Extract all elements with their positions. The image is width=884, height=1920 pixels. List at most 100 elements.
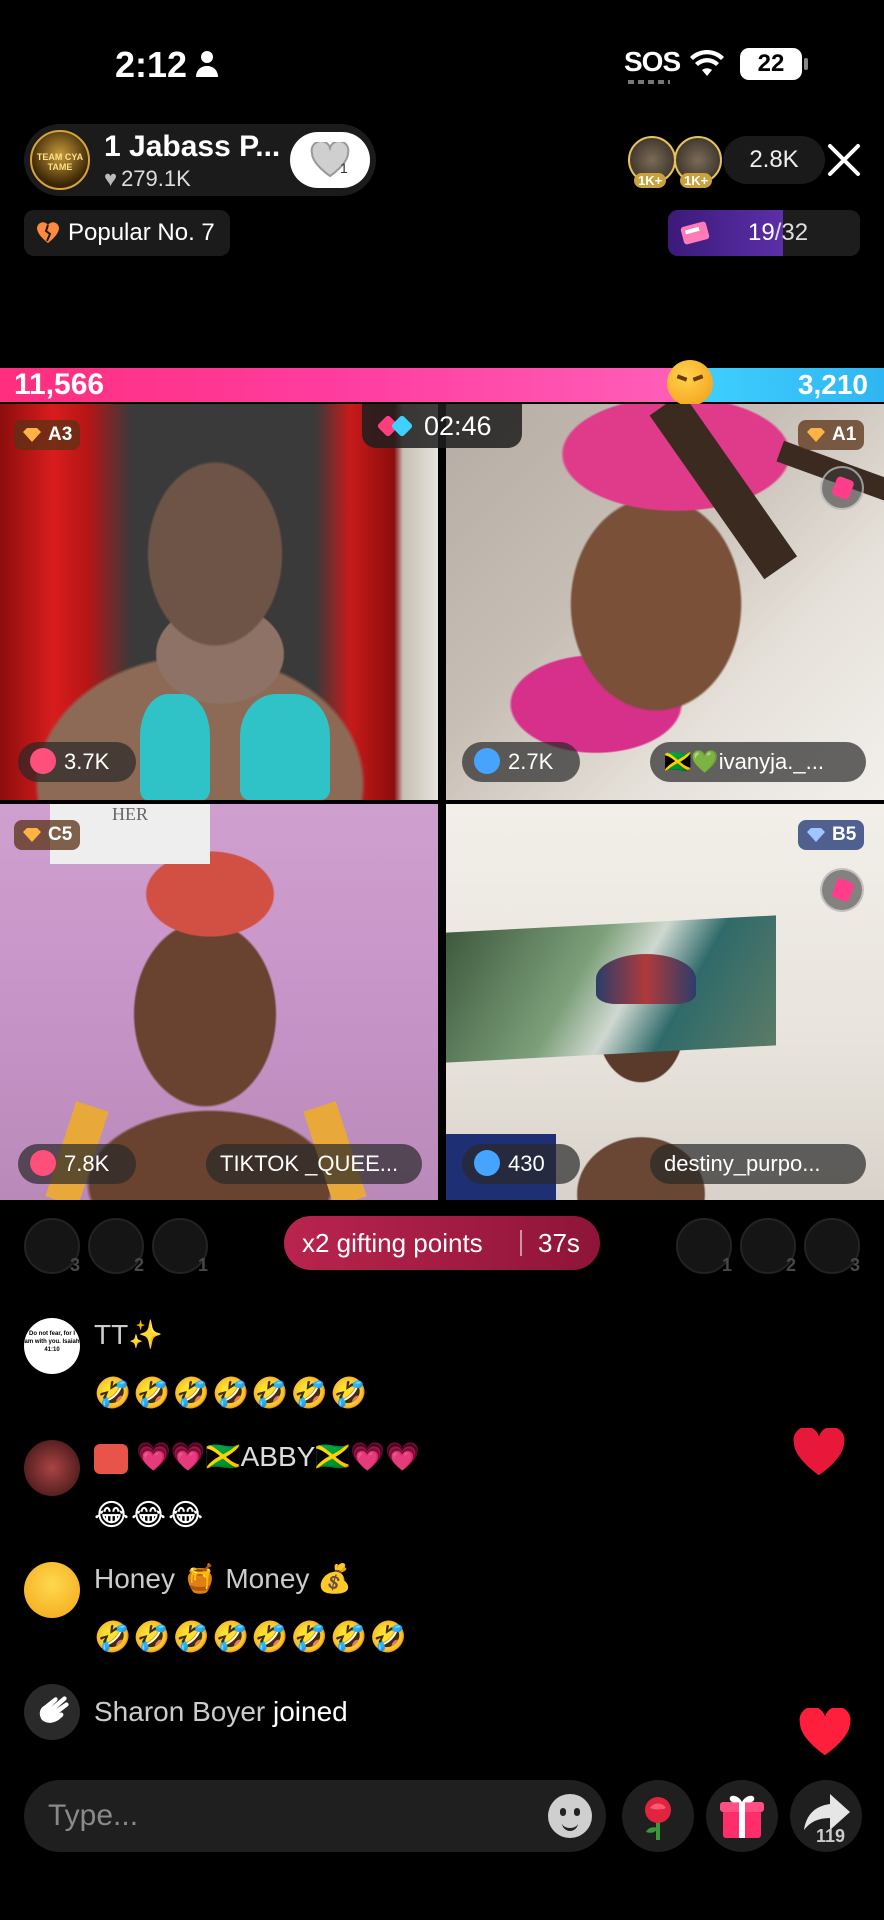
top-gifter-avatar[interactable]: 3 — [24, 1218, 80, 1275]
match-icon — [378, 415, 413, 437]
guest-name-tag[interactable]: destiny_purpo... — [650, 1144, 866, 1184]
diamond-icon — [807, 828, 825, 842]
battery-indicator: 22 — [740, 48, 808, 80]
top-gifter-avatar[interactable]: 1 — [152, 1218, 208, 1275]
gifting-points-pill[interactable]: x2 gifting points 37s — [284, 1216, 600, 1270]
rank-text: 19/32 — [748, 210, 808, 256]
ticket-icon — [680, 221, 710, 245]
chat-username[interactable]: TT✨ — [94, 1318, 163, 1351]
heart-icon: ♥ — [104, 166, 118, 191]
guest-name-tag[interactable]: 🇯🇲💚ivanyja._... — [650, 742, 866, 782]
wifi-icon — [690, 50, 724, 76]
top-viewers[interactable]: 1K+ 1K+ 2.8K — [628, 136, 828, 188]
host-avatar-logo: TEAM CYA TAME — [36, 152, 84, 172]
guest-video-4[interactable] — [446, 804, 884, 1200]
tile-rank-badge: A1 — [798, 420, 865, 450]
join-text: Sharon Boyer joined — [94, 1696, 348, 1727]
viewer-badge: 1K+ — [680, 173, 713, 188]
gifting-row: 3 2 1 x2 gifting points 37s 1 2 3 — [0, 1212, 884, 1282]
status-bar: 2:12 SOS 22 — [0, 0, 884, 120]
guest-name-tag[interactable]: TIKTOK _QUEE... — [206, 1144, 422, 1184]
wave-hand-icon — [24, 1684, 80, 1740]
floating-heart-icon — [793, 1428, 845, 1476]
chat-username[interactable]: Honey 🍯 Money 💰 — [94, 1562, 352, 1595]
chat-text: 🤣🤣🤣🤣🤣🤣🤣🤣 — [94, 1621, 409, 1654]
diamond-icon — [23, 428, 41, 442]
rank-progress[interactable]: 19/32 — [668, 210, 860, 256]
viewer-count[interactable]: 2.8K — [723, 136, 825, 184]
popular-rank-badge[interactable]: Popular No. 7 — [24, 210, 230, 256]
chat-message[interactable]: Do not fear, for I am with you. Isaiah 4… — [24, 1318, 424, 1428]
viewer-avatar[interactable]: 1K+ — [674, 136, 722, 188]
tile-points: 7.8K — [18, 1144, 136, 1184]
chat-message[interactable]: 💗💗🇯🇲ABBY🇯🇲💗💗 😂😂😂 — [24, 1440, 524, 1550]
gifting-label: x2 gifting points — [302, 1228, 483, 1258]
tile-points: 3.7K — [18, 742, 136, 782]
money-face-icon[interactable] — [24, 1562, 80, 1618]
alarm-icon — [30, 1150, 56, 1177]
viewer-avatar[interactable]: 1K+ — [628, 136, 676, 188]
chat-username[interactable]: 💗💗🇯🇲ABBY🇯🇲💗💗 — [94, 1440, 420, 1474]
alarm-icon — [30, 748, 56, 775]
rose-icon — [645, 1797, 671, 1840]
battle-emoji-icon — [666, 360, 713, 406]
battle-timer: 02:46 — [362, 404, 522, 448]
top-gifter-avatar[interactable]: 3 — [804, 1218, 860, 1275]
person-icon — [196, 51, 218, 77]
rank-current: 19 — [748, 219, 775, 246]
video-detail — [140, 694, 210, 800]
chat-avatar[interactable] — [24, 1440, 80, 1496]
signal-icon — [628, 80, 670, 84]
top-gifter-avatar[interactable]: 2 — [740, 1218, 796, 1275]
guest-video-2[interactable] — [446, 404, 884, 800]
chat-text: 😂😂😂 — [94, 1499, 206, 1532]
host-name: 1 Jabass P... — [104, 130, 281, 163]
separator — [520, 1230, 522, 1256]
host-likes: ♥ 279.1K — [104, 166, 191, 192]
sos-indicator: SOS — [624, 46, 681, 77]
chat-message[interactable]: Honey 🍯 Money 💰 🤣🤣🤣🤣🤣🤣🤣🤣 — [24, 1562, 524, 1672]
chat-avatar[interactable]: Do not fear, for I am with you. Isaiah 4… — [24, 1318, 80, 1374]
like-count: 1 — [340, 160, 348, 176]
gift-button[interactable] — [706, 1780, 778, 1852]
battle-score-bar: 11,566 3,210 — [0, 360, 884, 406]
gift-icon — [720, 1795, 764, 1838]
battle-right-score: 3,210 — [797, 369, 868, 400]
battle-left-score: 11,566 — [14, 368, 105, 401]
video-detail — [649, 404, 798, 580]
viewer-badge: 1K+ — [634, 173, 667, 188]
gifting-timer: 37s — [538, 1228, 580, 1258]
level-badge-icon — [94, 1443, 128, 1474]
comment-input[interactable] — [48, 1780, 528, 1852]
grid-divider — [0, 800, 884, 804]
battle-timer-text: 02:46 — [424, 411, 492, 441]
join-message: Sharon Boyer joined — [24, 1684, 524, 1744]
host-avatar[interactable]: TEAM CYA TAME — [30, 130, 90, 190]
chat-avatar-text: Do not fear, for I am with you. Isaiah 4… — [24, 1331, 80, 1353]
tile-points: 2.7K — [462, 742, 580, 782]
wall-sign-text: HER — [112, 804, 148, 824]
broken-heart-icon — [37, 222, 59, 243]
guest-video-1[interactable] — [0, 404, 438, 800]
host-card[interactable]: TEAM CYA TAME 1 Jabass P... ♥ 279.1K 1 — [24, 124, 376, 196]
boost-icon[interactable] — [820, 466, 864, 510]
share-button[interactable]: 119 — [790, 1780, 862, 1852]
tile-rank-badge: B5 — [798, 820, 865, 850]
video-detail — [240, 694, 330, 800]
comment-input-wrapper[interactable] — [24, 1780, 606, 1852]
floating-heart-icon — [799, 1708, 851, 1756]
top-gifter-avatar[interactable]: 1 — [676, 1218, 732, 1275]
chat-text: 🤣🤣🤣🤣🤣🤣🤣 — [94, 1377, 370, 1410]
rose-gift-button[interactable] — [622, 1780, 694, 1852]
boost-icon[interactable] — [820, 868, 864, 912]
top-gifter-avatar[interactable]: 2 — [88, 1218, 144, 1275]
tile-rank-badge: A3 — [14, 420, 81, 450]
close-icon[interactable] — [824, 140, 864, 180]
host-likes-count: 279.1K — [121, 166, 191, 191]
share-count: 119 — [816, 1826, 846, 1846]
diamond-icon — [807, 428, 825, 442]
alarm-icon — [474, 748, 500, 775]
emoji-icon[interactable] — [548, 1794, 592, 1838]
like-button[interactable]: 1 — [290, 132, 370, 188]
guest-video-3[interactable]: HER — [0, 804, 438, 1200]
